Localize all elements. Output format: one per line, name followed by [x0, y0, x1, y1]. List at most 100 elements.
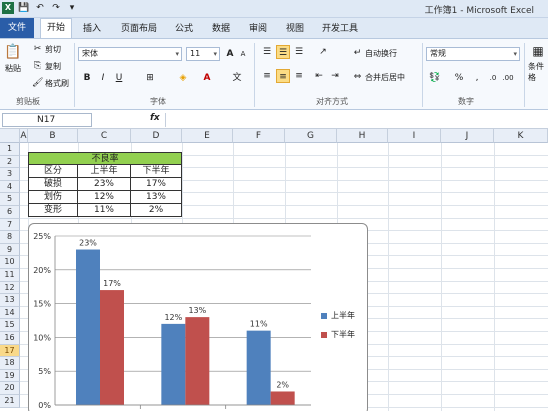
- table-cell[interactable]: 23%: [78, 178, 131, 191]
- row-header[interactable]: 21: [0, 395, 20, 408]
- row-header[interactable]: 12: [0, 281, 20, 295]
- shrink-font-button[interactable]: A: [236, 47, 250, 61]
- increase-decimal-icon[interactable]: .0: [486, 71, 500, 85]
- table-cell[interactable]: 划伤: [28, 191, 78, 204]
- conditional-format-icon: ▦: [532, 44, 544, 58]
- decrease-indent-icon[interactable]: ⇤: [312, 69, 326, 83]
- table-header-cell[interactable]: 上半年: [78, 165, 131, 178]
- row-header[interactable]: 18: [0, 357, 20, 370]
- row-header[interactable]: 16: [0, 332, 20, 345]
- col-header-g[interactable]: G: [285, 129, 337, 143]
- align-top-icon[interactable]: ☰: [260, 45, 274, 59]
- border-icon[interactable]: ⊞: [143, 71, 157, 85]
- font-size-select[interactable]: 11: [186, 47, 220, 61]
- table-cell[interactable]: 13%: [131, 191, 182, 204]
- row-header[interactable]: 11: [0, 269, 20, 282]
- table-cell[interactable]: 破损: [28, 178, 78, 191]
- col-header-c[interactable]: C: [78, 129, 131, 143]
- currency-icon[interactable]: 💱: [428, 71, 442, 85]
- formula-input[interactable]: [165, 113, 548, 127]
- font-color-icon[interactable]: A: [200, 71, 214, 85]
- tab-data[interactable]: 数据: [212, 21, 230, 34]
- insert-function-button[interactable]: fx: [150, 113, 160, 123]
- italic-button[interactable]: I: [96, 71, 110, 85]
- col-header-a[interactable]: A: [20, 129, 28, 143]
- table-cell[interactable]: 2%: [131, 204, 182, 217]
- wrap-text-button[interactable]: ↵ 自动换行: [352, 48, 397, 59]
- wrap-icon: ↵: [353, 48, 362, 58]
- table-cell[interactable]: 11%: [78, 204, 131, 217]
- font-name-select[interactable]: 宋体: [78, 47, 182, 61]
- tab-review[interactable]: 审阅: [249, 21, 267, 34]
- align-left-icon[interactable]: ≡: [260, 69, 274, 83]
- row-header[interactable]: 3: [0, 168, 20, 181]
- col-header-j[interactable]: J: [441, 129, 494, 143]
- scissors-icon: ✂: [33, 44, 42, 54]
- tab-view[interactable]: 视图: [286, 21, 304, 34]
- tab-file[interactable]: 文件: [0, 18, 34, 38]
- row-header[interactable]: 17: [0, 344, 20, 358]
- table-cell[interactable]: 17%: [131, 178, 182, 191]
- col-header-i[interactable]: I: [388, 129, 441, 143]
- comma-button[interactable]: ,: [470, 71, 484, 85]
- format-painter-button[interactable]: 🖌 格式刷: [32, 78, 69, 89]
- row-header[interactable]: 13: [0, 294, 20, 307]
- row-header[interactable]: 19: [0, 369, 20, 383]
- decrease-decimal-icon[interactable]: .00: [501, 71, 515, 85]
- name-box[interactable]: N17: [2, 113, 92, 127]
- table-header-cell[interactable]: 下半年: [131, 165, 182, 178]
- fill-color-icon[interactable]: ◈: [176, 71, 190, 85]
- bold-button[interactable]: B: [80, 71, 94, 85]
- row-header[interactable]: 15: [0, 319, 20, 332]
- orientation-icon[interactable]: ↗: [316, 45, 330, 59]
- col-header-h[interactable]: H: [337, 129, 388, 143]
- row-header[interactable]: 10: [0, 256, 20, 269]
- conditional-format-button[interactable]: ▦ 条件格: [528, 43, 548, 83]
- row-header[interactable]: 4: [0, 180, 20, 194]
- col-header-e[interactable]: E: [182, 129, 233, 143]
- row-header[interactable]: 1: [0, 143, 20, 156]
- redo-icon[interactable]: ↷: [50, 2, 62, 14]
- table-cell[interactable]: 变形: [28, 204, 78, 217]
- row-header[interactable]: 8: [0, 231, 20, 244]
- row-header[interactable]: 7: [0, 218, 20, 232]
- col-header-k[interactable]: K: [494, 129, 548, 143]
- row-header[interactable]: 9: [0, 243, 20, 257]
- row-header[interactable]: 6: [0, 206, 20, 219]
- underline-button[interactable]: U: [112, 71, 126, 85]
- customize-qat-icon[interactable]: ▾: [66, 2, 78, 14]
- merge-center-button[interactable]: ⇔ 合并后居中: [352, 72, 405, 83]
- phonetic-icon[interactable]: 文: [230, 71, 244, 85]
- paste-button[interactable]: 📋 粘贴: [4, 43, 22, 74]
- cut-button[interactable]: ✂ 剪切: [32, 44, 61, 55]
- table-cell[interactable]: 12%: [78, 191, 131, 204]
- row-header[interactable]: 5: [0, 193, 20, 206]
- increase-indent-icon[interactable]: ⇥: [328, 69, 342, 83]
- align-center-icon[interactable]: ≡: [276, 69, 290, 83]
- undo-icon[interactable]: ↶: [34, 2, 46, 14]
- row-header[interactable]: 20: [0, 382, 20, 395]
- col-header-b[interactable]: B: [28, 129, 78, 143]
- col-header-f[interactable]: F: [233, 129, 285, 143]
- align-middle-icon[interactable]: ☰: [276, 45, 290, 59]
- percent-button[interactable]: %: [452, 71, 466, 85]
- tab-page-layout[interactable]: 页面布局: [121, 21, 157, 34]
- table-title[interactable]: 不良率: [28, 152, 182, 165]
- align-bottom-icon[interactable]: ☰: [292, 45, 306, 59]
- bar-chart[interactable]: 0% 5% 10% 15% 20% 25% 23% 17% 12% 13% 11% 2% 上半年 下半…: [28, 223, 368, 411]
- tab-formulas[interactable]: 公式: [175, 21, 193, 34]
- tab-home[interactable]: 开始: [40, 18, 73, 39]
- ribbon: 📋 粘贴 ✂剪切 ⎘复制 🖌格式刷 剪贴板 宋体 11 A A B I U ⊞ …: [0, 38, 548, 110]
- tab-insert[interactable]: 插入: [83, 21, 101, 34]
- grow-font-button[interactable]: A: [223, 47, 237, 61]
- table-header-cell[interactable]: 区分: [28, 165, 78, 178]
- tab-developer[interactable]: 开发工具: [322, 21, 358, 34]
- row-header[interactable]: 14: [0, 306, 20, 320]
- col-header-d[interactable]: D: [131, 129, 182, 143]
- copy-button[interactable]: ⎘ 复制: [32, 61, 61, 72]
- row-header[interactable]: 2: [0, 155, 20, 169]
- select-all-corner[interactable]: [0, 129, 20, 143]
- align-right-icon[interactable]: ≡: [292, 69, 306, 83]
- number-format-select[interactable]: 常规: [426, 47, 520, 61]
- save-icon[interactable]: 💾: [18, 2, 30, 14]
